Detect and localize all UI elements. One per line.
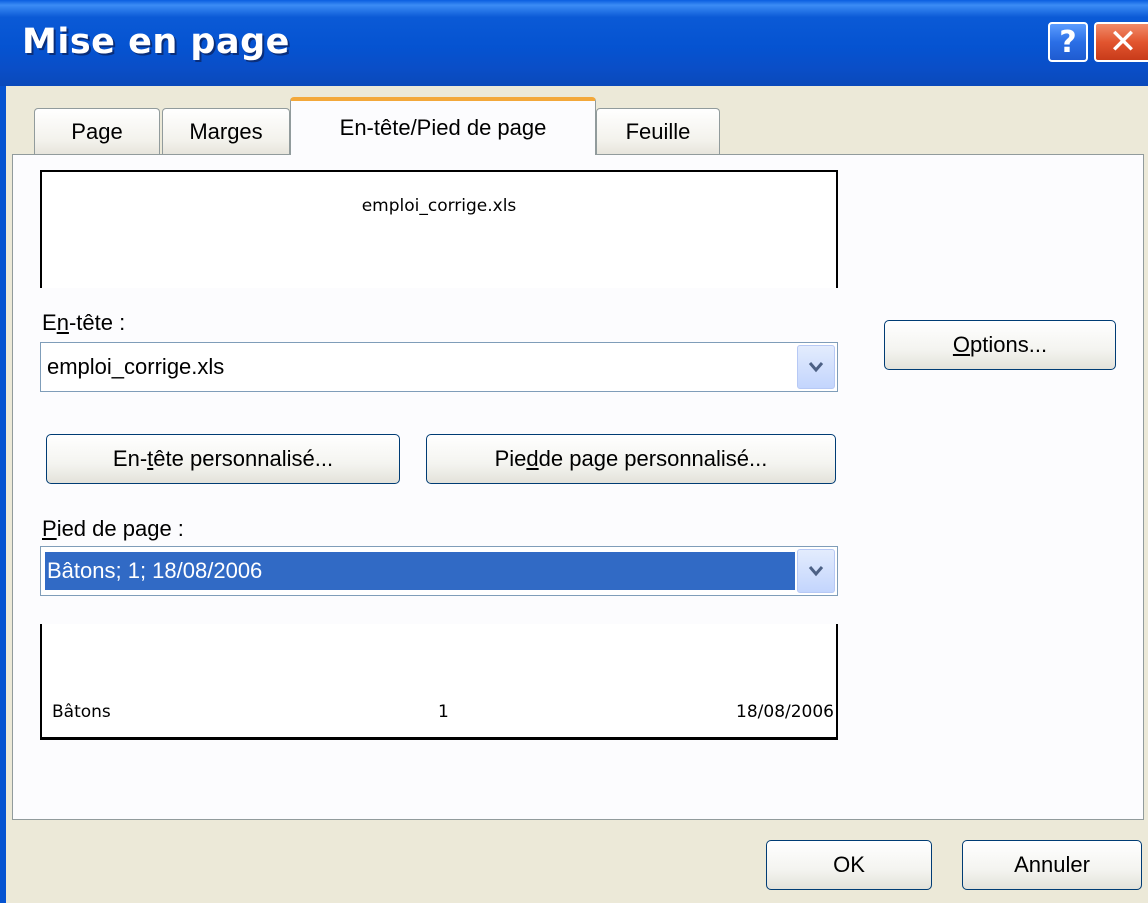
header-dropdown-value: emploi_corrige.xls <box>47 354 225 379</box>
help-button[interactable]: ? <box>1048 22 1088 62</box>
tab-label: Feuille <box>625 118 691 144</box>
footer-dropdown-value: Bâtons; 1; 18/08/2006 <box>45 552 795 590</box>
tab-page[interactable]: Page <box>34 108 160 154</box>
ok-button[interactable]: OK <box>766 840 932 890</box>
tab-label: Marges <box>189 118 263 144</box>
tab-label: En-tête/Pied de page <box>339 115 547 140</box>
header-label: En-tête : <box>42 310 126 335</box>
tab-label: Page <box>71 118 123 144</box>
footer-label: Pied de page : <box>42 516 184 541</box>
header-dropdown[interactable]: emploi_corrige.xls <box>40 342 838 392</box>
tab-en-tete-pied-de-page[interactable]: En-tête/Pied de page <box>290 97 596 155</box>
footer-preview-right: 18/08/2006 <box>736 702 834 722</box>
footer-dropdown[interactable]: Bâtons; 1; 18/08/2006 <box>40 546 838 596</box>
options-button[interactable]: Options... <box>884 320 1116 370</box>
header-preview-center: emploi_corrige.xls <box>361 196 517 216</box>
cancel-button[interactable]: Annuler <box>962 840 1142 890</box>
close-button[interactable]: ✕ <box>1094 22 1148 62</box>
window-frame <box>0 86 6 903</box>
header-preview: emploi_corrige.xls <box>40 170 838 288</box>
custom-footer-button[interactable]: Pie d de page personnalisé... <box>426 434 836 484</box>
custom-header-button[interactable]: En-t ête personnalisé... <box>46 434 400 484</box>
window-title: Mise en page <box>22 22 290 62</box>
footer-preview-center: 1 <box>438 702 449 722</box>
footer-dropdown-arrow[interactable] <box>797 549 835 593</box>
tab-feuille[interactable]: Feuille <box>596 108 720 154</box>
chevron-down-icon <box>808 566 824 577</box>
footer-preview: Bâtons 1 18/08/2006 <box>40 624 838 740</box>
header-dropdown-arrow[interactable] <box>797 345 835 389</box>
chevron-down-icon <box>808 362 824 373</box>
help-icon: ? <box>1059 24 1077 60</box>
tab-marges[interactable]: Marges <box>162 108 290 154</box>
close-icon: ✕ <box>1108 22 1138 62</box>
footer-preview-left: Bâtons <box>52 702 111 722</box>
